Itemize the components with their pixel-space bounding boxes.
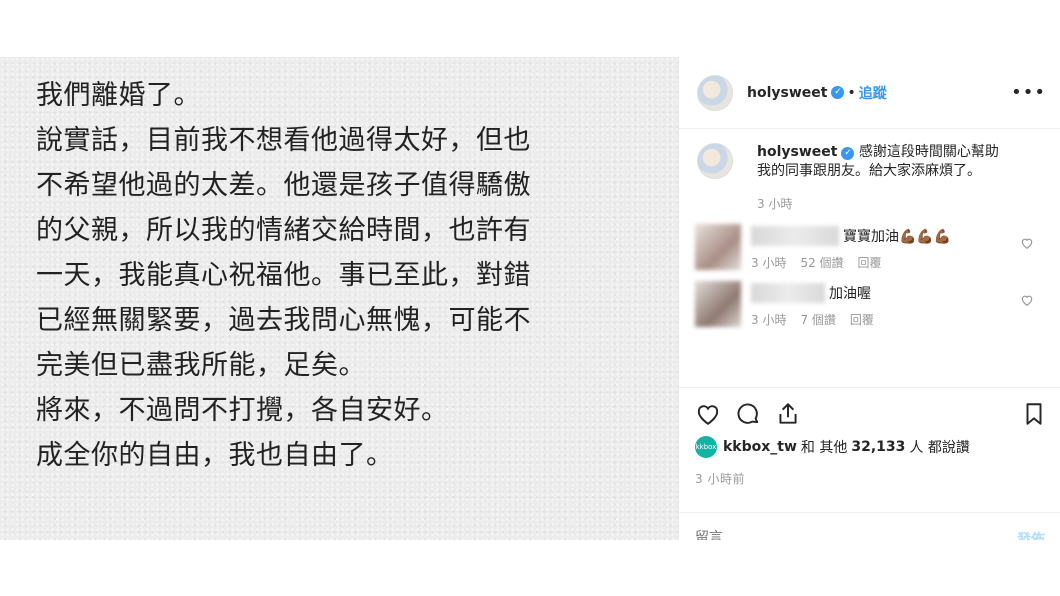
comment-input[interactable] bbox=[695, 527, 955, 540]
heart-icon[interactable] bbox=[1020, 236, 1034, 250]
separator-dot: • bbox=[847, 84, 856, 101]
share-icon[interactable] bbox=[775, 401, 801, 427]
comment-text: 加油喔 bbox=[829, 286, 871, 302]
post-timestamp: 3 小時前 bbox=[695, 472, 745, 486]
image-text-line: 將來，不過問不打攪，各自安好。 bbox=[36, 395, 449, 426]
blurred-username bbox=[751, 226, 839, 246]
image-text-line: 我們離婚了。 bbox=[36, 80, 201, 111]
blurred-username bbox=[751, 283, 825, 303]
comments-section: holysweet ✓ 感謝這段時間關心幫助 我的同事跟朋友。給大家添麻煩了。 3… bbox=[679, 129, 1060, 387]
kkbox-avatar-icon[interactable]: kkbox bbox=[695, 436, 717, 458]
username-link[interactable]: holysweet bbox=[747, 85, 827, 101]
caption-username[interactable]: holysweet bbox=[757, 144, 837, 160]
more-options-icon[interactable]: ••• bbox=[1011, 82, 1046, 103]
image-text: 我們離婚了。 說實話，目前我不想看他過得太好，但也 不希望他過的太差。他還是孩子… bbox=[36, 73, 656, 478]
comment-time: 3 小時 bbox=[751, 256, 787, 270]
like-heart-icon[interactable] bbox=[695, 401, 721, 427]
post-actions: kkbox kkbox_tw 和 其他 32,133 人 都說讚 3 小時前 bbox=[679, 387, 1060, 487]
caption-text: 感謝這段時間關心幫助 bbox=[858, 144, 999, 160]
comment-item: 寶寶加油💪🏾💪🏾💪🏾 3 小時 52 個讚 回覆 bbox=[695, 224, 1042, 271]
and-others-text[interactable]: 和 其他 bbox=[801, 437, 847, 457]
post-comment-button[interactable]: 發佈 bbox=[1017, 529, 1045, 540]
image-text-line: 一天，我能真心祝福他。事已至此，對錯 bbox=[36, 260, 531, 291]
comment-item: 加油喔 3 小時 7 個讚 回覆 bbox=[695, 281, 1042, 328]
instagram-post: 我們離婚了。 說實話，目前我不想看他過得太好，但也 不希望他過的太差。他還是孩子… bbox=[0, 57, 1060, 540]
likes-suffix: 人 都說讚 bbox=[909, 440, 970, 456]
image-text-line: 不希望他過的太差。他還是孩子值得驕傲 bbox=[36, 170, 531, 201]
caption-time: 3 小時 bbox=[757, 197, 793, 211]
heart-icon[interactable] bbox=[1020, 293, 1034, 307]
image-text-line: 完美但已盡我所能，足矣。 bbox=[36, 350, 366, 381]
caption-text: 我的同事跟朋友。給大家添麻煩了。 bbox=[757, 163, 981, 179]
image-text-line: 說實話，目前我不想看他過得太好，但也 bbox=[36, 125, 531, 156]
image-text-line: 的父親，所以我的情緒交給時間，也許有 bbox=[36, 215, 531, 246]
comment-likes[interactable]: 7 個讚 bbox=[800, 311, 835, 328]
liker-username[interactable]: kkbox_tw bbox=[723, 439, 797, 455]
comment-likes[interactable]: 52 個讚 bbox=[800, 254, 843, 271]
likes-count[interactable]: 32,133 bbox=[851, 439, 905, 455]
add-comment-bar: 發佈 bbox=[679, 512, 1060, 540]
post-image: 我們離婚了。 說實話，目前我不想看他過得太好，但也 不希望他過的太差。他還是孩子… bbox=[0, 57, 678, 540]
post-header: holysweet ✓ • 追蹤 ••• bbox=[679, 57, 1060, 129]
likes-summary: kkbox kkbox_tw 和 其他 32,133 人 都說讚 bbox=[695, 436, 1047, 458]
comment-avatar[interactable] bbox=[695, 224, 741, 270]
post-sidebar: holysweet ✓ • 追蹤 ••• holysweet ✓ 感謝這段時間關心… bbox=[678, 57, 1060, 540]
reply-button[interactable]: 回覆 bbox=[858, 254, 882, 271]
comment-icon[interactable] bbox=[735, 401, 761, 427]
reply-button[interactable]: 回覆 bbox=[850, 311, 874, 328]
follow-button[interactable]: 追蹤 bbox=[859, 83, 887, 103]
bookmark-icon[interactable] bbox=[1021, 401, 1047, 427]
comment-text: 寶寶加油💪🏾💪🏾💪🏾 bbox=[843, 229, 952, 245]
image-text-line: 成全你的自由，我也自由了。 bbox=[36, 440, 394, 471]
comment-avatar[interactable] bbox=[695, 281, 741, 327]
verified-icon: ✓ bbox=[841, 147, 855, 160]
comment-time: 3 小時 bbox=[751, 313, 787, 327]
avatar[interactable] bbox=[697, 74, 733, 111]
caption: holysweet ✓ 感謝這段時間關心幫助 我的同事跟朋友。給大家添麻煩了。 3… bbox=[697, 143, 1042, 214]
image-text-line: 已經無關緊要，過去我問心無愧，可能不 bbox=[36, 305, 531, 336]
verified-icon: ✓ bbox=[831, 86, 845, 99]
avatar[interactable] bbox=[697, 143, 733, 179]
